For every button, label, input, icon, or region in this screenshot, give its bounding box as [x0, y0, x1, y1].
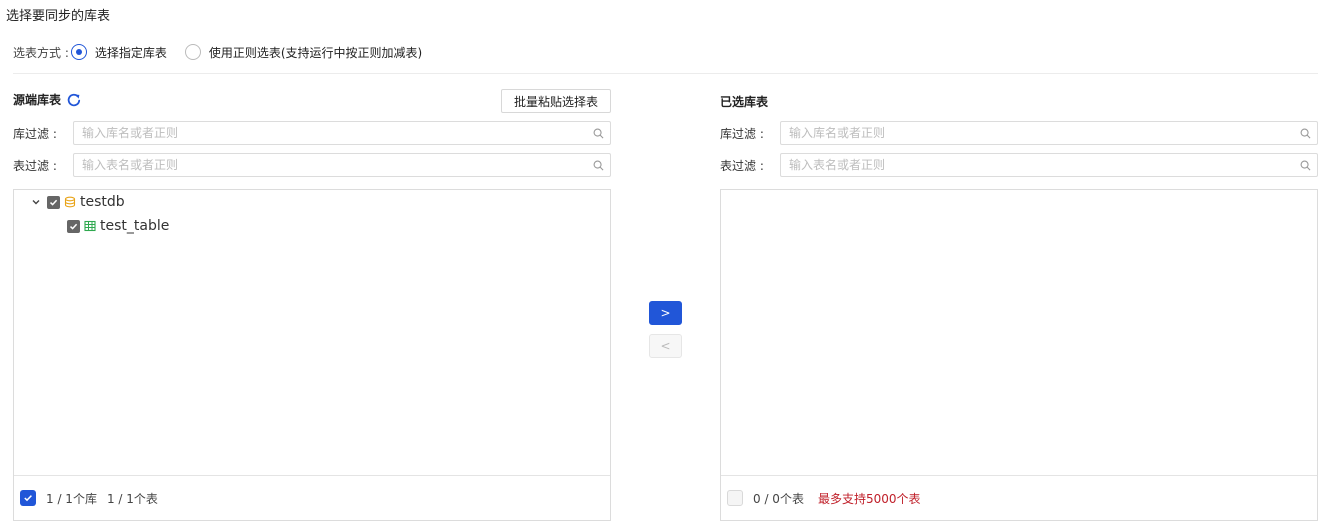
selected-db-filter-row: 库过滤 : [720, 121, 1318, 145]
selected-footer: 0 / 0个表 最多支持5000个表 [721, 475, 1317, 520]
tree-node-table[interactable]: test_table [67, 218, 169, 234]
chevron-down-icon[interactable] [31, 197, 41, 207]
selected-all-checkbox[interactable] [727, 490, 743, 506]
database-icon [64, 196, 76, 208]
source-table-filter-label: 表过滤 : [13, 158, 57, 173]
selection-mode-row: 选表方式 : 选择指定库表 使用正则选表(支持运行中按正则加减表) [13, 43, 422, 61]
selected-db-filter-box [780, 121, 1318, 145]
search-icon [593, 160, 604, 171]
select-all-checkbox[interactable] [20, 490, 36, 506]
search-icon [1300, 128, 1311, 139]
search-icon [1300, 160, 1311, 171]
table-name: test_table [100, 218, 170, 234]
tree-node-database[interactable]: testdb [31, 194, 125, 210]
batch-paste-button[interactable]: 批量粘贴选择表 [501, 89, 611, 113]
source-db-filter-input[interactable] [74, 122, 610, 144]
table-limit-note: 最多支持5000个表 [817, 491, 921, 506]
selected-db-filter-label: 库过滤 : [720, 126, 764, 141]
source-db-filter-box [73, 121, 611, 145]
check-icon [49, 199, 58, 206]
search-icon [593, 128, 604, 139]
selected-table-filter-row: 表过滤 : [720, 153, 1318, 177]
refresh-icon[interactable] [66, 92, 82, 108]
table-icon [84, 220, 96, 232]
selected-panel-title-row: 已选库表 [720, 93, 768, 110]
selected-list-panel: 0 / 0个表 最多支持5000个表 [720, 189, 1318, 521]
source-db-count: 1 / 1个库 [46, 491, 97, 506]
move-left-button[interactable]: < [649, 334, 682, 358]
radio-regex-tables[interactable]: 使用正则选表(支持运行中按正则加减表) [184, 44, 423, 61]
selected-table-filter-label: 表过滤 : [720, 158, 764, 173]
selected-db-filter-input[interactable] [781, 122, 1317, 144]
divider [13, 73, 1318, 74]
check-icon [24, 495, 32, 502]
selected-table-count: 0 / 0个表 [753, 491, 804, 506]
source-tree-panel: testdb test_table 1 / 1个库 1 / 1个表 [13, 189, 611, 521]
source-db-filter-label: 库过滤 : [13, 126, 57, 141]
selected-table-filter-box [780, 153, 1318, 177]
database-name: testdb [80, 194, 125, 210]
source-table-filter-row: 表过滤 : [13, 153, 611, 177]
table-checkbox[interactable] [67, 219, 80, 233]
source-table-count: 1 / 1个表 [106, 491, 158, 506]
radio-specified-tables-label: 选择指定库表 [94, 45, 167, 60]
source-panel-title: 源端库表 [13, 93, 62, 107]
source-db-filter-row: 库过滤 : [13, 121, 611, 145]
radio-checked-icon[interactable] [70, 44, 87, 60]
source-table-filter-box [73, 153, 611, 177]
source-panel-title-row: 源端库表 [13, 91, 82, 108]
selected-table-filter-input[interactable] [781, 154, 1317, 176]
selection-mode-label: 选表方式 : [13, 45, 69, 60]
move-right-button[interactable]: > [649, 301, 682, 325]
selected-panel-title: 已选库表 [720, 95, 769, 109]
radio-unchecked-icon[interactable] [184, 44, 201, 60]
check-icon [69, 223, 78, 230]
database-checkbox[interactable] [47, 195, 60, 209]
source-footer: 1 / 1个库 1 / 1个表 [14, 475, 610, 520]
radio-specified-tables[interactable]: 选择指定库表 [70, 44, 167, 61]
page-title: 选择要同步的库表 [6, 9, 111, 24]
source-table-filter-input[interactable] [74, 154, 610, 176]
radio-regex-tables-label: 使用正则选表(支持运行中按正则加减表) [208, 45, 423, 60]
